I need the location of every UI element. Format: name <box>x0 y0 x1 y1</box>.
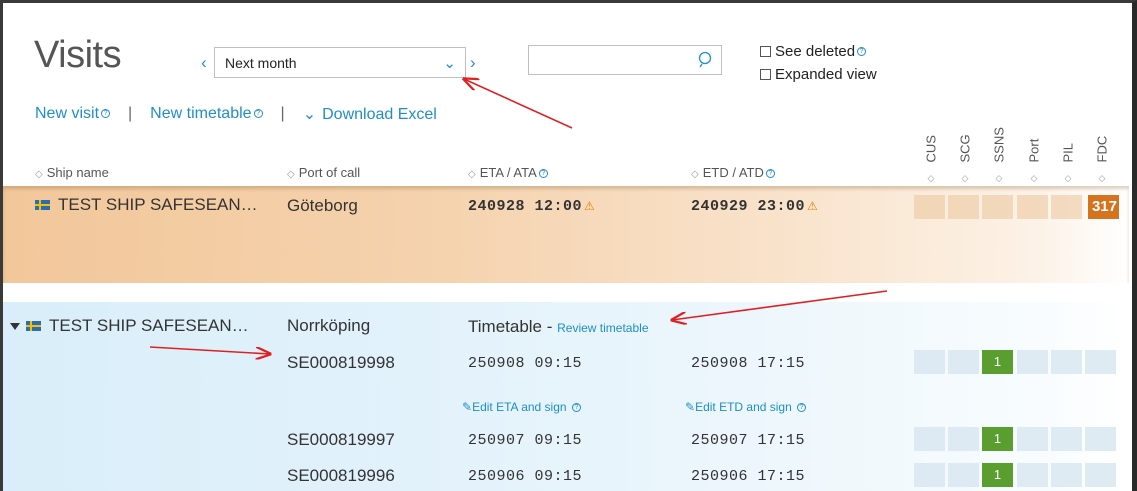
sweden-flag-icon <box>35 200 50 210</box>
chevron-down-icon: ⌄ <box>302 106 317 123</box>
status-cell-cus[interactable] <box>914 350 945 374</box>
fdc-count-badge[interactable]: 317 <box>1088 195 1119 219</box>
chevron-down-icon: ⌄ <box>443 55 456 72</box>
eta-value: 250906 09:15 <box>468 468 583 485</box>
expanded-view-checkbox[interactable]: Expanded view <box>760 66 877 83</box>
see-deleted-label: See deleted <box>775 43 856 60</box>
column-header-fdc[interactable]: FDC ◇ <box>1085 122 1119 184</box>
ship-name[interactable]: TEST SHIP SAFESEAN… <box>35 195 258 215</box>
review-timetable-link[interactable]: Review timetable <box>557 321 648 335</box>
column-header-eta[interactable]: ◇ ETA / ATA? <box>468 165 548 180</box>
eta-value: 250907 09:15 <box>468 432 583 449</box>
status-cell-pil[interactable] <box>1051 350 1082 374</box>
status-cell-ssns[interactable]: 1 <box>982 463 1013 487</box>
etd-value: 250906 17:15 <box>691 468 806 485</box>
expand-triangle-icon[interactable] <box>10 322 20 330</box>
etd-value: 250908 17:15 <box>691 355 806 372</box>
column-header-ship-name[interactable]: ◇ Ship name <box>35 165 109 180</box>
next-period-button[interactable]: › <box>470 53 476 73</box>
port-of-call: Norrköping <box>287 316 371 335</box>
status-cell-port[interactable] <box>1017 427 1048 451</box>
timetable-label: Timetable - Review timetable <box>468 317 649 336</box>
status-cell-port[interactable] <box>1017 350 1048 374</box>
eta-value: 250908 09:15 <box>468 355 583 372</box>
checkbox-square[interactable] <box>760 46 771 57</box>
visit-id[interactable]: SE000819998 <box>287 353 395 373</box>
status-cell-cus[interactable] <box>914 195 945 219</box>
column-header-ssns[interactable]: SSNS ◇ <box>982 122 1016 184</box>
download-excel-button[interactable]: ⌄ Download Excel <box>303 104 437 124</box>
status-cell-scg[interactable] <box>948 350 979 374</box>
status-cell-fdc[interactable] <box>1085 463 1116 487</box>
help-icon[interactable]: ? <box>101 109 111 119</box>
page-title: Visits <box>34 34 122 76</box>
period-select-value: Next month <box>225 54 297 71</box>
status-cell-fdc[interactable] <box>1085 350 1116 374</box>
etd-value: 250907 17:15 <box>691 432 806 449</box>
status-cell-port[interactable] <box>1017 463 1048 487</box>
sort-icon: ◇ <box>468 169 476 180</box>
search-icon[interactable] <box>697 51 714 68</box>
expanded-view-label: Expanded view <box>775 66 877 83</box>
status-cell-ssns[interactable] <box>982 195 1013 219</box>
port-of-call: Göteborg <box>287 196 358 215</box>
status-cell-cus[interactable] <box>914 427 945 451</box>
sort-icon: ◇ <box>691 169 699 180</box>
sort-icon: ◇ <box>1064 173 1072 183</box>
sort-icon: ◇ <box>1030 173 1038 183</box>
period-select[interactable]: Next month ⌄ <box>214 47 466 78</box>
sort-icon: ◇ <box>35 169 43 180</box>
status-cell-port[interactable] <box>1017 195 1048 219</box>
status-cell-ssns[interactable]: 1 <box>982 427 1013 451</box>
search-input[interactable] <box>528 45 722 75</box>
action-bar: New visit? | New timetable? | ⌄ Download … <box>35 104 437 124</box>
new-visit-link[interactable]: New visit? <box>35 105 111 123</box>
status-cell-pil[interactable] <box>1051 427 1082 451</box>
help-icon[interactable]: ? <box>571 403 581 413</box>
status-cell-fdc[interactable] <box>1085 427 1116 451</box>
warning-icon: ⚠ <box>584 199 596 213</box>
visit-id[interactable]: SE000819997 <box>287 430 395 450</box>
edit-eta-link[interactable]: ✎Edit ETA and sign ? <box>462 400 581 414</box>
status-cell-cus[interactable] <box>914 463 945 487</box>
column-header-etd[interactable]: ◇ ETD / ATD? <box>691 165 775 180</box>
edit-etd-link[interactable]: ✎Edit ETD and sign ? <box>685 400 807 414</box>
sweden-flag-icon <box>26 321 41 331</box>
separator: | <box>280 105 285 122</box>
sort-icon: ◇ <box>1098 173 1106 183</box>
etd-value: 240929 23:00 ⚠ <box>691 198 819 215</box>
help-icon[interactable]: ? <box>797 403 807 413</box>
sort-icon: ◇ <box>961 173 969 183</box>
help-icon[interactable]: ? <box>253 109 263 119</box>
warning-icon: ⚠ <box>807 199 819 213</box>
eta-value: 240928 12:00 ⚠ <box>468 198 596 215</box>
column-header-cus[interactable]: CUS ◇ <box>914 122 948 184</box>
ship-name[interactable]: TEST SHIP SAFESEAN… <box>10 316 249 336</box>
status-cell-ssns[interactable]: 1 <box>982 350 1013 374</box>
separator: | <box>128 105 133 122</box>
previous-period-button[interactable]: ‹ <box>201 53 207 73</box>
column-header-scg[interactable]: SCG ◇ <box>948 122 982 184</box>
pencil-icon: ✎ <box>685 400 696 414</box>
column-header-port-of-call[interactable]: ◇ Port of call <box>287 165 360 180</box>
new-timetable-link[interactable]: New timetable? <box>150 105 263 123</box>
checkbox-square[interactable] <box>760 69 771 80</box>
status-cell-pil[interactable] <box>1051 195 1082 219</box>
column-header-pil[interactable]: PIL ◇ <box>1051 122 1085 184</box>
pencil-icon: ✎ <box>462 400 473 414</box>
status-cell-scg[interactable] <box>948 195 979 219</box>
see-deleted-checkbox[interactable]: See deleted ? <box>760 43 867 60</box>
sort-icon: ◇ <box>287 169 295 180</box>
status-cell-scg[interactable] <box>948 463 979 487</box>
visit-id[interactable]: SE000819996 <box>287 466 395 486</box>
help-icon[interactable]: ? <box>857 47 867 56</box>
column-header-port[interactable]: Port ◇ <box>1017 122 1051 184</box>
sort-icon: ◇ <box>995 173 1003 183</box>
help-icon[interactable]: ? <box>538 169 548 179</box>
status-cell-pil[interactable] <box>1051 463 1082 487</box>
sort-icon: ◇ <box>927 173 935 183</box>
help-icon[interactable]: ? <box>765 169 775 179</box>
status-cell-scg[interactable] <box>948 427 979 451</box>
